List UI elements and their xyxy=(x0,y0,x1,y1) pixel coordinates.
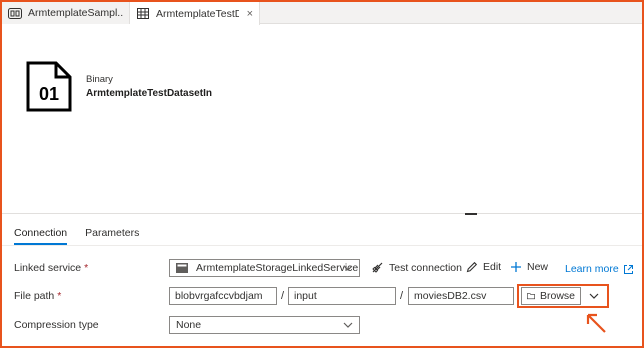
linked-service-select[interactable]: ArmtemplateStorageLinkedService xyxy=(169,259,360,277)
external-link-icon xyxy=(623,264,633,274)
close-icon[interactable]: × xyxy=(247,8,253,20)
container-input[interactable]: blobvrgafccvbdjam xyxy=(169,287,277,305)
required-mark: * xyxy=(84,262,89,274)
arrow-annotation-icon xyxy=(585,312,607,334)
file-path-label: File path * xyxy=(14,290,61,302)
chevron-down-icon xyxy=(343,320,353,330)
tab-connection[interactable]: Connection xyxy=(14,227,68,245)
directory-input[interactable]: input xyxy=(288,287,396,305)
table-icon xyxy=(136,8,150,20)
browse-button[interactable]: Browse xyxy=(521,287,581,305)
required-mark: * xyxy=(57,290,62,302)
compression-value: None xyxy=(176,319,202,331)
tab-label: ArmtemplateTestDa... xyxy=(156,7,239,20)
compression-type-label: Compression type xyxy=(14,319,99,331)
tab-pipeline[interactable]: ArmtemplateSampl... xyxy=(2,2,130,24)
properties-tabs: Connection Parameters xyxy=(14,227,157,245)
subtabs-divider xyxy=(2,245,642,246)
dataset-name: ArmtemplateTestDatasetIn xyxy=(86,88,212,99)
browse-label: Browse xyxy=(539,290,575,302)
linked-service-label-text: Linked service xyxy=(14,262,82,274)
file-path-label-text: File path xyxy=(14,290,55,302)
test-connection-label: Test connection xyxy=(389,261,462,274)
binary-icon-text: 01 xyxy=(39,84,59,104)
resize-handle[interactable] xyxy=(465,213,477,215)
browse-options-button[interactable] xyxy=(586,288,602,304)
storage-icon xyxy=(176,263,188,273)
new-button[interactable]: New xyxy=(510,261,548,273)
tab-dataset[interactable]: ArmtemplateTestDa... × xyxy=(130,2,260,25)
learn-more-label: Learn more xyxy=(565,263,619,275)
path-separator: / xyxy=(400,290,404,302)
edit-label: Edit xyxy=(483,261,502,273)
editor-tab-strip: ArmtemplateSampl... ArmtemplateTestDa...… xyxy=(2,2,642,25)
edit-button[interactable]: Edit xyxy=(466,261,501,273)
plus-icon xyxy=(511,262,521,272)
binary-file-icon: 01 xyxy=(26,61,72,112)
pencil-icon xyxy=(466,261,478,273)
pane-divider xyxy=(2,213,642,214)
linked-service-label: Linked service * xyxy=(14,262,88,274)
tab-parameters[interactable]: Parameters xyxy=(85,227,139,245)
folder-icon xyxy=(527,293,535,300)
new-label: New xyxy=(527,261,549,273)
test-connection-button[interactable]: Test connection xyxy=(371,261,462,274)
linked-service-value: ArmtemplateStorageLinkedService xyxy=(196,262,359,274)
learn-more-link[interactable]: Learn more xyxy=(565,263,634,275)
plug-icon xyxy=(372,262,383,273)
path-separator: / xyxy=(281,290,285,302)
dataset-type: Binary xyxy=(86,74,113,85)
file-name-input[interactable]: moviesDB2.csv xyxy=(408,287,514,305)
chevron-down-icon xyxy=(589,293,599,299)
compression-type-select[interactable]: None xyxy=(169,316,360,334)
tab-label: ArmtemplateSampl... xyxy=(28,7,123,19)
chevron-down-icon xyxy=(343,263,353,273)
pipeline-icon xyxy=(8,7,22,19)
